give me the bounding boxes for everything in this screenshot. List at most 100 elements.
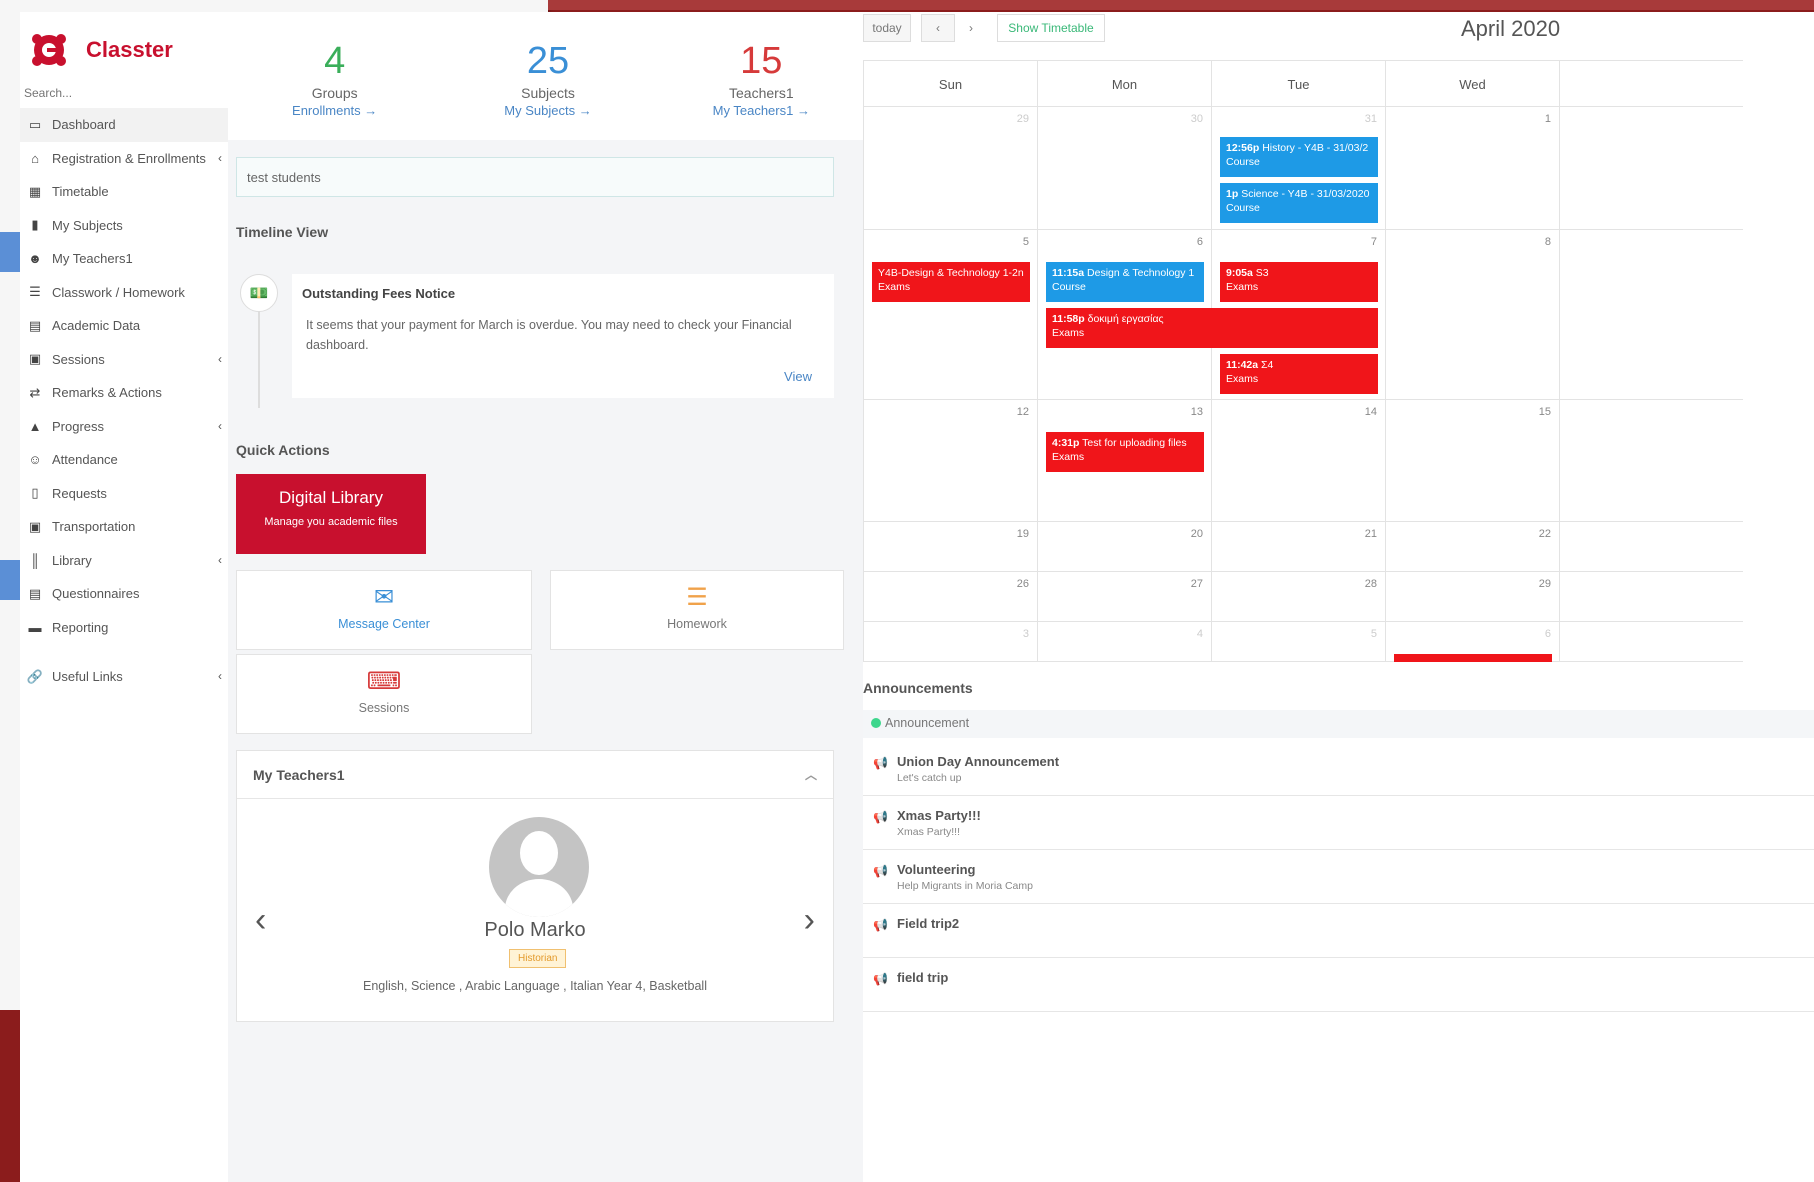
announcement-item[interactable]: 📢 Xmas Party!!! Xmas Party!!! xyxy=(863,800,1814,850)
sidebar-item-my-subjects[interactable]: ▮ My Subjects xyxy=(20,209,228,243)
sidebar-item-transportation[interactable]: ▣ Transportation xyxy=(20,510,228,544)
prev-month-button[interactable]: ‹ xyxy=(921,14,955,42)
digital-library-button[interactable]: Digital Library Manage you academic file… xyxy=(236,474,426,554)
bullhorn-icon: 📢 xyxy=(873,918,888,932)
book-icon: ▮ xyxy=(31,217,39,233)
calendar-event[interactable]: 11:15a Design & Technology 1 Course xyxy=(1046,262,1204,302)
calendar-day[interactable]: 27 xyxy=(1038,572,1212,621)
sidebar-item-progress[interactable]: ▲ Progress ‹ xyxy=(20,410,228,444)
background-tab-hint xyxy=(0,232,20,272)
quick-actions-title: Quick Actions xyxy=(236,442,330,458)
stat-link-enrollments[interactable]: Enrollments → xyxy=(228,103,441,118)
homework-label: Homework xyxy=(667,617,727,631)
today-button[interactable]: today xyxy=(863,14,911,42)
announcement-subtitle: Let's catch up xyxy=(897,772,962,784)
calendar-event[interactable]: 1p Science - Y4B - 31/03/2020 Course xyxy=(1220,183,1378,223)
calendar-day[interactable]: 29 xyxy=(1386,572,1560,621)
sidebar-item-sessions[interactable]: ▣ Sessions ‹ xyxy=(20,343,228,377)
sidebar-item-library[interactable]: ║ Library ‹ xyxy=(20,544,228,578)
presentation-icon: ⌨ xyxy=(366,668,402,695)
calendar-day[interactable]: 14 xyxy=(1212,400,1386,521)
announcement-item[interactable]: 📢 Volunteering Help Migrants in Moria Ca… xyxy=(863,854,1814,904)
sidebar-item-remarks-actions[interactable]: ⇄ Remarks & Actions xyxy=(20,376,228,410)
announcement-item[interactable]: 📢 field trip xyxy=(863,962,1814,1012)
calendar-event[interactable]: 9:05a S3 Exams xyxy=(1220,262,1378,302)
announcement-item[interactable]: 📢 Field trip2 xyxy=(863,908,1814,958)
calendar-event[interactable]: 11:42a Σ4 Exams xyxy=(1220,354,1378,394)
stat-number: 4 xyxy=(324,40,346,82)
announcement-subtitle: Help Migrants in Moria Camp xyxy=(897,880,1033,892)
calendar-day[interactable]: 3 xyxy=(864,622,1038,661)
calendar-event[interactable]: 11:58p δοκιμή εργασίας Exams xyxy=(1046,308,1378,348)
sessions-button[interactable]: ⌨ Sessions xyxy=(236,654,532,734)
calendar-week: 29 30 31 1 12:56p History - Y4B - 31/03/… xyxy=(864,107,1743,230)
sidebar-item-registration-enrollments[interactable]: ⌂ Registration & Enrollments ‹ xyxy=(20,142,228,176)
timeline-title: Timeline View xyxy=(236,224,329,240)
calendar-day[interactable]: 30 xyxy=(1038,107,1212,229)
sidebar-item-attendance[interactable]: ☺ Attendance xyxy=(20,443,228,477)
money-icon: 💵 xyxy=(240,274,278,312)
sidebar-item-reporting[interactable]: ▬ Reporting xyxy=(20,611,228,645)
sidebar: Classter ▭ Dashboard ⌂ Registration & Enrol… xyxy=(20,12,228,1182)
sidebar-search xyxy=(20,74,228,108)
calendar-event[interactable]: Y4B-Design & Technology 1-2n Exams xyxy=(872,262,1030,302)
sidebar-nav: ▭ Dashboard ⌂ Registration & Enrollments ‹ ▦ T… xyxy=(20,108,228,644)
announcements-legend: Announcement xyxy=(863,710,1814,738)
sidebar-item-classwork-homework[interactable]: ☰ Classwork / Homework xyxy=(20,276,228,310)
sidebar-item-dashboard[interactable]: ▭ Dashboard xyxy=(20,108,228,142)
my-teachers-title: My Teachers1 xyxy=(253,767,345,783)
announcement-subtitle: Xmas Party!!! xyxy=(897,826,961,838)
presentation-icon: ▣ xyxy=(28,351,42,367)
message-center-label: Message Center xyxy=(338,617,430,631)
sidebar-item-timetable[interactable]: ▦ Timetable xyxy=(20,175,228,209)
sidebar-item-useful-links[interactable]: 🔗 Useful Links ‹ xyxy=(20,660,228,694)
legend-dot-icon xyxy=(871,718,881,728)
calendar-day[interactable]: 26 xyxy=(864,572,1038,621)
notice-bar[interactable]: test students xyxy=(236,157,834,197)
calendar-day[interactable]: 21 xyxy=(1212,522,1386,571)
calendar-day[interactable]: 1 xyxy=(1386,107,1560,229)
stat-number: 25 xyxy=(526,40,570,82)
sidebar-search-input[interactable] xyxy=(24,86,204,100)
calendar-event[interactable]: 4:31p Test for uploading files Exams xyxy=(1046,432,1204,472)
sidebar-item-label: Registration & Enrollments xyxy=(52,150,206,166)
chevron-up-icon[interactable]: ︿ xyxy=(805,766,817,783)
sidebar-item-academic-data[interactable]: ▤ Academic Data xyxy=(20,309,228,343)
stat-groups: 4 Groups Enrollments → xyxy=(228,12,441,140)
calendar-day[interactable]: 5 xyxy=(1212,622,1386,661)
calendar-day[interactable]: 20 xyxy=(1038,522,1212,571)
calendar-event[interactable] xyxy=(1394,654,1552,662)
calendar-day[interactable]: 12 xyxy=(864,400,1038,521)
calendar-event[interactable]: 12:56p History - Y4B - 31/03/2 Course xyxy=(1220,137,1378,177)
calendar-day[interactable]: 19 xyxy=(864,522,1038,571)
stat-label: Groups xyxy=(311,85,358,101)
next-month-button[interactable]: › xyxy=(957,14,985,42)
sidebar-item-questionnaires[interactable]: ▤ Questionnaires xyxy=(20,577,228,611)
sidebar-item-label: Sessions xyxy=(52,351,105,367)
announcements-title: Announcements xyxy=(863,680,973,696)
calendar-day[interactable]: 29 xyxy=(864,107,1038,229)
show-timetable-button[interactable]: Show Timetable xyxy=(997,14,1105,42)
calendar-week: 12 13 14 15 4:31p Test for uploading fil… xyxy=(864,400,1743,522)
stat-link-my-teachers[interactable]: My Teachers1 → xyxy=(655,103,868,118)
calendar-day[interactable]: 4 xyxy=(1038,622,1212,661)
stat-link-my-subjects[interactable]: My Subjects → xyxy=(441,103,654,118)
stat-label: Subjects xyxy=(521,85,575,101)
message-center-button[interactable]: ✉ Message Center xyxy=(236,570,532,650)
homework-button[interactable]: ☰ Homework xyxy=(550,570,844,650)
calendar-day[interactable]: 28 xyxy=(1212,572,1386,621)
sidebar-item-label: Reporting xyxy=(52,619,109,635)
library-icon: ║ xyxy=(30,552,40,568)
calendar-day[interactable]: 22 xyxy=(1386,522,1560,571)
calendar-day[interactable]: 15 xyxy=(1386,400,1560,521)
calendar-day[interactable]: 5 xyxy=(864,230,1038,399)
timeline-view-link[interactable]: View xyxy=(784,369,812,384)
logo[interactable]: Classter xyxy=(20,12,228,74)
sidebar-item-label: Dashboard xyxy=(52,117,116,133)
printer-icon: ▬ xyxy=(28,619,42,635)
sidebar-item-requests[interactable]: ▯ Requests xyxy=(20,477,228,511)
announcement-item[interactable]: 📢 Union Day Announcement Let's catch up xyxy=(863,746,1814,796)
sidebar-item-my-teachers1[interactable]: ☻ My Teachers1 xyxy=(20,242,228,276)
calendar-day[interactable]: 8 xyxy=(1386,230,1560,399)
calendar-icon: ▦ xyxy=(28,183,42,199)
